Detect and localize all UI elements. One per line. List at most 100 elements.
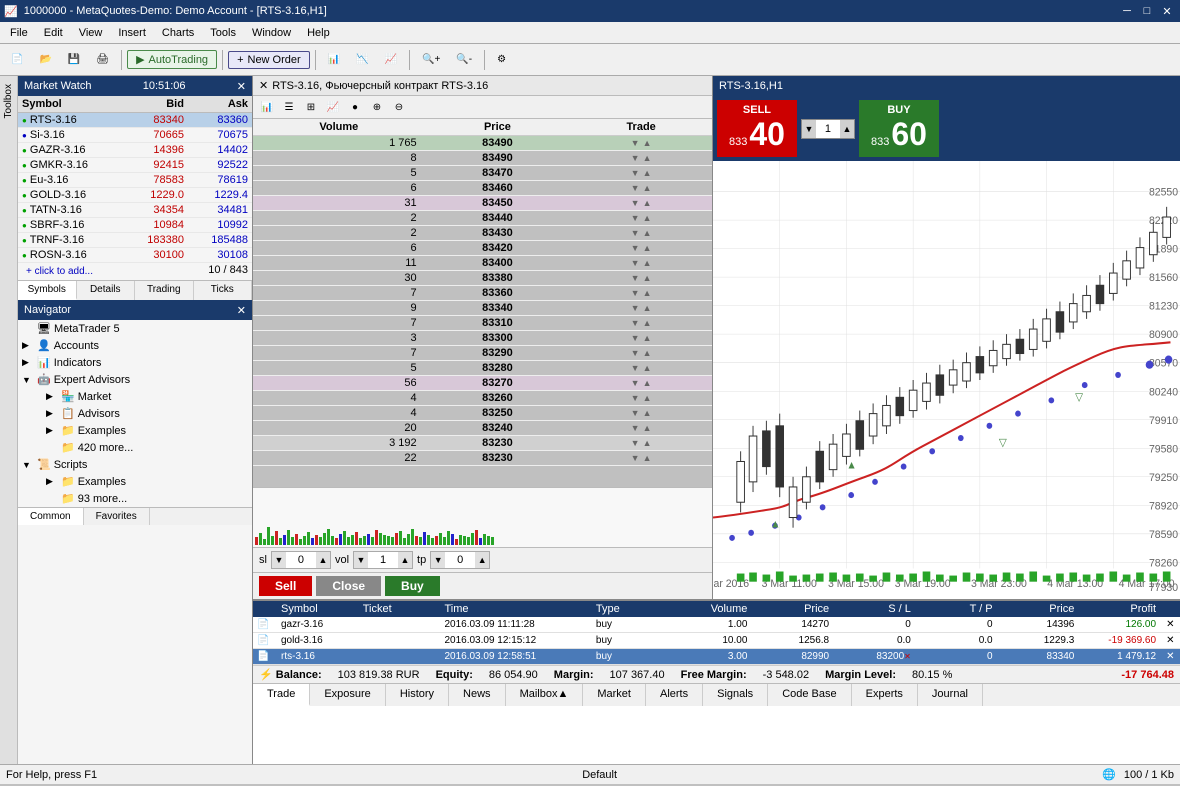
dom-trade-arrow[interactable]: ▼ ▲ bbox=[570, 376, 712, 391]
dom-row[interactable]: 11 83400 ▼ ▲ bbox=[253, 256, 712, 271]
toolbox-sidebar[interactable]: Toolbox bbox=[0, 76, 18, 764]
dom-tb-plus[interactable]: ⊕ bbox=[367, 98, 387, 116]
dom-tb-table[interactable]: ⊞ bbox=[301, 98, 321, 116]
btab-news[interactable]: News bbox=[449, 684, 506, 706]
nav-tree-item[interactable]: ▶ 👤 Accounts bbox=[18, 337, 252, 354]
menu-insert[interactable]: Insert bbox=[110, 22, 154, 43]
menu-window[interactable]: Window bbox=[244, 22, 299, 43]
dom-trade-arrow[interactable]: ▼ ▲ bbox=[570, 436, 712, 451]
dom-trade-arrow[interactable]: ▼ ▲ bbox=[570, 256, 712, 271]
menu-help[interactable]: Help bbox=[299, 22, 338, 43]
mw-row[interactable]: ● GAZR-3.16 14396 14402 bbox=[18, 143, 252, 158]
btab-experts[interactable]: Experts bbox=[852, 684, 918, 706]
dom-trade-arrow[interactable]: ▼ ▲ bbox=[570, 271, 712, 286]
dom-row[interactable]: 56 83270 ▼ ▲ bbox=[253, 376, 712, 391]
nav-tab-favorites[interactable]: Favorites bbox=[84, 508, 150, 525]
buy-box[interactable]: BUY 833 60 bbox=[859, 100, 939, 157]
dom-row[interactable]: 9 83340 ▼ ▲ bbox=[253, 301, 712, 316]
dom-trade-arrow[interactable]: ▼ ▲ bbox=[570, 181, 712, 196]
dom-trade-arrow[interactable]: ▼ ▲ bbox=[570, 241, 712, 256]
mw-row[interactable]: ● TATN-3.16 34354 34481 bbox=[18, 203, 252, 218]
dom-tb-candlestick[interactable]: 📈 bbox=[323, 98, 343, 116]
mw-tab-ticks[interactable]: Ticks bbox=[194, 281, 253, 300]
nav-tree-item[interactable]: ▶ 📋 Advisors bbox=[18, 405, 252, 422]
menu-file[interactable]: File bbox=[2, 22, 36, 43]
dom-trade-arrow[interactable]: ▼ ▲ bbox=[570, 316, 712, 331]
nav-tab-common[interactable]: Common bbox=[18, 508, 84, 525]
menu-tools[interactable]: Tools bbox=[202, 22, 244, 43]
nav-tree-item[interactable]: ▶ 📁 Examples bbox=[18, 422, 252, 439]
mw-tab-trading[interactable]: Trading bbox=[135, 281, 194, 300]
toolbar-save[interactable]: 💾 bbox=[61, 47, 87, 73]
autotrading-button[interactable]: ▶ AutoTrading bbox=[127, 50, 217, 69]
dom-vol-down[interactable]: ▼ bbox=[354, 552, 368, 568]
btab-codebase[interactable]: Code Base bbox=[768, 684, 851, 706]
dom-tb-minus[interactable]: ⊖ bbox=[389, 98, 409, 116]
dom-sl-spin[interactable]: ▼ ▲ bbox=[271, 551, 331, 569]
btab-market[interactable]: Market bbox=[583, 684, 646, 706]
menu-edit[interactable]: Edit bbox=[36, 22, 71, 43]
dom-sl-up[interactable]: ▲ bbox=[316, 552, 330, 568]
mw-row[interactable]: ● Si-3.16 70665 70675 bbox=[18, 128, 252, 143]
market-watch-close[interactable]: ✕ bbox=[237, 80, 246, 93]
mw-row[interactable]: ● Eu-3.16 78583 78619 bbox=[18, 173, 252, 188]
minimize-button[interactable]: ─ bbox=[1118, 2, 1136, 20]
dom-vol-spin[interactable]: ▼ ▲ bbox=[353, 551, 413, 569]
dom-row[interactable]: 3 83300 ▼ ▲ bbox=[253, 331, 712, 346]
dom-tp-input[interactable] bbox=[445, 553, 475, 567]
nav-tree-item[interactable]: 🖥 MetaTrader 5 bbox=[18, 320, 252, 337]
nav-tree-item[interactable]: 📁 93 more... bbox=[18, 490, 252, 507]
qty-up[interactable]: ▲ bbox=[840, 120, 854, 138]
menu-view[interactable]: View bbox=[71, 22, 111, 43]
mw-row[interactable]: ● TRNF-3.16 183380 185488 bbox=[18, 233, 252, 248]
dom-close-button[interactable]: Close bbox=[316, 576, 381, 596]
menu-charts[interactable]: Charts bbox=[154, 22, 202, 43]
toolbar-zoom-in[interactable]: 🔍+ bbox=[415, 47, 447, 73]
dom-vol-input[interactable] bbox=[368, 553, 398, 567]
btab-signals[interactable]: Signals bbox=[703, 684, 768, 706]
nav-tree-item[interactable]: 📁 420 more... bbox=[18, 439, 252, 456]
toolbox-label[interactable]: Toolbox bbox=[1, 80, 16, 122]
dom-row[interactable]: 22 83230 ▼ ▲ bbox=[253, 451, 712, 466]
dom-tb-dot[interactable]: ● bbox=[345, 98, 365, 116]
dom-row[interactable]: 8 83490 ▼ ▲ bbox=[253, 151, 712, 166]
dom-trade-arrow[interactable]: ▼ ▲ bbox=[570, 286, 712, 301]
dom-trade-arrow[interactable]: ▼ ▲ bbox=[570, 331, 712, 346]
qty-control[interactable]: ▼ ▲ bbox=[801, 119, 855, 139]
dom-sl-down[interactable]: ▼ bbox=[272, 552, 286, 568]
dom-row[interactable]: 20 83240 ▼ ▲ bbox=[253, 421, 712, 436]
dom-row[interactable]: 2 83430 ▼ ▲ bbox=[253, 226, 712, 241]
toolbar-chart3[interactable]: 📈 bbox=[378, 47, 404, 73]
trade-row[interactable]: 📄 rts-3.16 2016.03.09 12:58:51 buy 3.00 … bbox=[253, 649, 1180, 665]
dom-trade-arrow[interactable]: ▼ ▲ bbox=[570, 196, 712, 211]
toolbar-zoom-out[interactable]: 🔍- bbox=[449, 47, 479, 73]
trade-row[interactable]: 📄 gold-3.16 2016.03.09 12:15:12 buy 10.0… bbox=[253, 633, 1180, 649]
close-button[interactable]: ✕ bbox=[1158, 2, 1176, 20]
dom-tp-spin[interactable]: ▼ ▲ bbox=[430, 551, 490, 569]
dom-row[interactable]: 31 83450 ▼ ▲ bbox=[253, 196, 712, 211]
dom-trade-arrow[interactable]: ▼ ▲ bbox=[570, 406, 712, 421]
dom-row[interactable]: 2 83440 ▼ ▲ bbox=[253, 211, 712, 226]
dom-vol-up[interactable]: ▲ bbox=[398, 552, 412, 568]
mw-add-symbol[interactable]: + click to add... bbox=[22, 264, 97, 279]
dom-tb-chart[interactable]: 📊 bbox=[257, 98, 277, 116]
dom-trade-arrow[interactable]: ▼ ▲ bbox=[570, 211, 712, 226]
btab-alerts[interactable]: Alerts bbox=[646, 684, 703, 706]
toolbar-chart2[interactable]: 📉 bbox=[349, 47, 375, 73]
dom-row[interactable]: 7 83290 ▼ ▲ bbox=[253, 346, 712, 361]
dom-row[interactable]: 3 192 83230 ▼ ▲ bbox=[253, 436, 712, 451]
dom-trade-arrow[interactable]: ▼ ▲ bbox=[570, 451, 712, 466]
dom-row[interactable]: 6 83460 ▼ ▲ bbox=[253, 181, 712, 196]
dom-row[interactable]: 5 83470 ▼ ▲ bbox=[253, 166, 712, 181]
mw-tab-symbols[interactable]: Symbols bbox=[18, 281, 77, 300]
dom-row[interactable]: 6 83420 ▼ ▲ bbox=[253, 241, 712, 256]
trade-row-close[interactable]: ✕ bbox=[1162, 633, 1180, 648]
btab-trade[interactable]: Trade bbox=[253, 684, 310, 706]
dom-row[interactable]: 4 83250 ▼ ▲ bbox=[253, 406, 712, 421]
nav-tree-item[interactable]: ▼ 📜 Scripts bbox=[18, 456, 252, 473]
dom-sl-input[interactable] bbox=[286, 553, 316, 567]
mw-row[interactable]: ● SBRF-3.16 10984 10992 bbox=[18, 218, 252, 233]
dom-row[interactable]: 5 83280 ▼ ▲ bbox=[253, 361, 712, 376]
dom-trade-arrow[interactable]: ▼ ▲ bbox=[570, 166, 712, 181]
toolbar-new[interactable]: 📄 bbox=[4, 47, 30, 73]
